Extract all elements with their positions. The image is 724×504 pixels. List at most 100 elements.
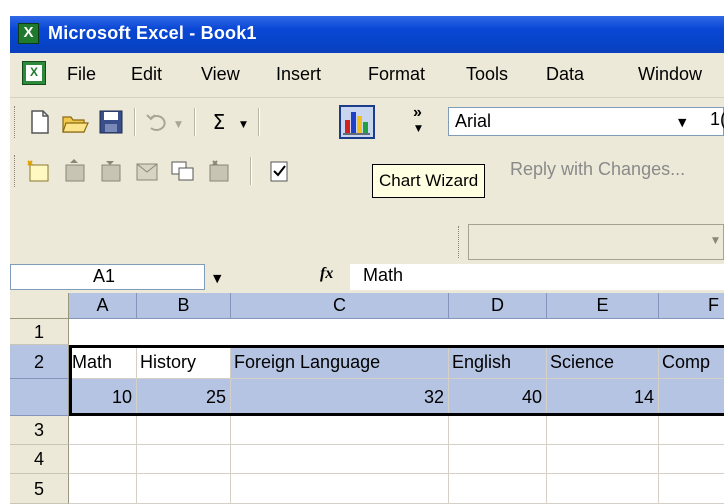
- more-buttons-icon[interactable]: »: [413, 104, 422, 122]
- cell-d5[interactable]: [449, 474, 547, 504]
- menu-data[interactable]: Data: [546, 64, 584, 85]
- formula-bar: A1 ▼ fx Math: [10, 264, 724, 292]
- cell-c1[interactable]: Foreign Language: [231, 345, 449, 379]
- select-all-corner[interactable]: [10, 293, 69, 319]
- previous-comment-icon[interactable]: [60, 157, 90, 185]
- toolbar-separator: [250, 157, 252, 185]
- cell-f2[interactable]: [659, 379, 724, 416]
- menu-edit[interactable]: Edit: [131, 64, 162, 85]
- font-name-value: Arial: [455, 111, 492, 131]
- menu-insert[interactable]: Insert: [276, 64, 321, 85]
- column-header-e[interactable]: E: [547, 293, 659, 319]
- cell-a1[interactable]: Math: [69, 345, 137, 379]
- menu-bar: File Edit View Insert Format Tools Data …: [10, 53, 724, 98]
- create-task-icon[interactable]: [264, 157, 294, 185]
- show-hide-comment-icon[interactable]: [132, 157, 162, 185]
- name-box[interactable]: A1: [10, 264, 205, 290]
- toolbar-separator: [258, 108, 260, 136]
- formula-value: Math: [363, 265, 404, 285]
- cell-a4[interactable]: [69, 445, 137, 474]
- cell-b5[interactable]: [137, 474, 231, 504]
- menu-window[interactable]: Window: [638, 64, 702, 85]
- row-header-2b[interactable]: [10, 379, 69, 416]
- new-document-icon[interactable]: [24, 108, 54, 136]
- toolbar-separator: [134, 108, 136, 136]
- excel-window: Microsoft Excel - Book1 File Edit View I…: [10, 16, 724, 504]
- cell-c5[interactable]: [231, 474, 449, 504]
- insert-function-icon[interactable]: fx: [320, 265, 333, 283]
- name-box-value: A1: [93, 266, 116, 286]
- show-all-comments-icon[interactable]: [168, 157, 198, 185]
- floating-toolbar-area: ▼: [10, 196, 724, 264]
- cell-b1[interactable]: History: [137, 345, 231, 379]
- cell-c3[interactable]: [231, 416, 449, 445]
- cell-b2[interactable]: 25: [137, 379, 231, 416]
- cell-b3[interactable]: [137, 416, 231, 445]
- toolbar-grip[interactable]: [14, 155, 18, 187]
- column-header-f[interactable]: F: [659, 293, 724, 319]
- cell-f4[interactable]: [659, 445, 724, 474]
- name-box-dropdown-icon[interactable]: ▼: [213, 272, 221, 285]
- column-header-d[interactable]: D: [449, 293, 547, 319]
- chart-wizard-button[interactable]: [339, 105, 375, 139]
- cell-e4[interactable]: [547, 445, 659, 474]
- column-header-a[interactable]: A: [69, 293, 137, 319]
- formula-input[interactable]: [350, 264, 724, 290]
- undo-dropdown-icon[interactable]: ▼: [175, 120, 182, 130]
- excel-app-icon[interactable]: [18, 23, 39, 44]
- autosum-icon[interactable]: Σ: [204, 108, 234, 136]
- column-header-b[interactable]: B: [137, 293, 231, 319]
- cell-e5[interactable]: [547, 474, 659, 504]
- delete-comment-icon[interactable]: [204, 157, 234, 185]
- reply-with-changes-button[interactable]: Reply with Changes...: [510, 159, 685, 180]
- row-header-4[interactable]: 4: [10, 445, 69, 474]
- row-header-1[interactable]: 1: [10, 319, 69, 345]
- window-title: Microsoft Excel - Book1: [48, 23, 257, 43]
- menu-tools[interactable]: Tools: [466, 64, 508, 85]
- more-buttons-dropdown-icon[interactable]: ▼: [415, 124, 422, 134]
- chart-wizard-tooltip: Chart Wizard: [372, 164, 486, 198]
- font-size-value[interactable]: 1(: [710, 109, 724, 130]
- cell-e3[interactable]: [547, 416, 659, 445]
- cell-d4[interactable]: [449, 445, 547, 474]
- column-header-c[interactable]: C: [231, 293, 449, 319]
- cell-c4[interactable]: [231, 445, 449, 474]
- next-comment-icon[interactable]: [96, 157, 126, 185]
- cell-a5[interactable]: [69, 474, 137, 504]
- title-bar[interactable]: Microsoft Excel - Book1: [10, 16, 724, 53]
- cell-f1[interactable]: Comp: [659, 345, 724, 379]
- cell-e1[interactable]: Science: [547, 345, 659, 379]
- cell-b4[interactable]: [137, 445, 231, 474]
- cell-a3[interactable]: [69, 416, 137, 445]
- row-header-3[interactable]: 3: [10, 416, 69, 445]
- new-comment-icon[interactable]: [24, 157, 54, 185]
- menu-view[interactable]: View: [201, 64, 240, 85]
- open-folder-icon[interactable]: [60, 108, 90, 136]
- cell-d2[interactable]: 40: [449, 379, 547, 416]
- cell-f3[interactable]: [659, 416, 724, 445]
- cell-e2[interactable]: 14: [547, 379, 659, 416]
- cell-f5[interactable]: [659, 474, 724, 504]
- combo-dropdown-icon[interactable]: ▼: [712, 236, 719, 246]
- font-dropdown-icon[interactable]: ▼: [678, 116, 686, 129]
- undo-icon[interactable]: [142, 108, 172, 136]
- toolbar-grip[interactable]: [14, 106, 18, 138]
- chart-wizard-icon: [343, 112, 370, 135]
- toolbar-separator: [194, 108, 196, 136]
- menu-file[interactable]: File: [67, 64, 96, 85]
- save-disk-icon[interactable]: [96, 108, 126, 136]
- cell-d3[interactable]: [449, 416, 547, 445]
- reviewing-toolbar: Reply with Changes...: [10, 147, 724, 195]
- empty-combo-box[interactable]: [468, 224, 724, 260]
- menu-format[interactable]: Format: [368, 64, 425, 85]
- cell-d1[interactable]: English: [449, 345, 547, 379]
- workbook-icon[interactable]: [22, 61, 46, 85]
- cell-c2[interactable]: 32: [231, 379, 449, 416]
- autosum-dropdown-icon[interactable]: ▼: [240, 120, 247, 130]
- row-header-2[interactable]: 2: [10, 345, 69, 379]
- standard-toolbar: ▼ Σ ▼ » ▼ Arial ▼ 1(: [10, 98, 724, 146]
- cell-a2[interactable]: 10: [69, 379, 137, 416]
- row-header-5[interactable]: 5: [10, 474, 69, 504]
- toolbar-grip[interactable]: [458, 226, 462, 258]
- worksheet-grid[interactable]: A B C D E F 1 2 3 4 5 Math History Forei…: [10, 293, 724, 504]
